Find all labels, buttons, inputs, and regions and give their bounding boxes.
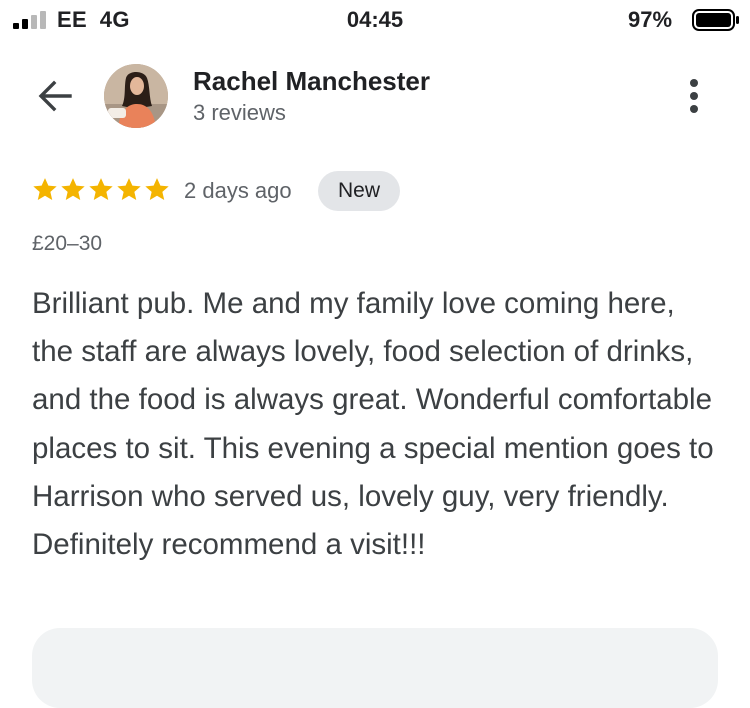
avatar-photo [104, 64, 168, 128]
star-icon [61, 178, 85, 201]
battery-icon [692, 9, 739, 31]
status-bar: EE 4G 04:45 97% [0, 0, 750, 42]
battery-percent: 97% [628, 7, 673, 32]
star-rating [31, 176, 171, 204]
more-options-button[interactable] [680, 76, 708, 116]
owner-response-card [32, 628, 718, 708]
arrow-back-icon [38, 80, 72, 112]
reviewer-review-count: 3 reviews [193, 100, 286, 125]
reviewer-name[interactable]: Rachel Manchester [193, 66, 430, 97]
star-icon [89, 178, 113, 201]
star-icon [145, 178, 169, 201]
price-range: £20–30 [32, 232, 103, 255]
reviewer-avatar[interactable] [104, 64, 168, 128]
more-vert-icon [690, 79, 698, 113]
back-button[interactable] [34, 75, 76, 117]
review-text: Brilliant pub. Me and my family love com… [32, 287, 714, 562]
star-icon [117, 178, 141, 201]
star-icon [33, 178, 57, 201]
new-badge: New [318, 171, 400, 211]
review-date: 2 days ago [184, 178, 292, 203]
